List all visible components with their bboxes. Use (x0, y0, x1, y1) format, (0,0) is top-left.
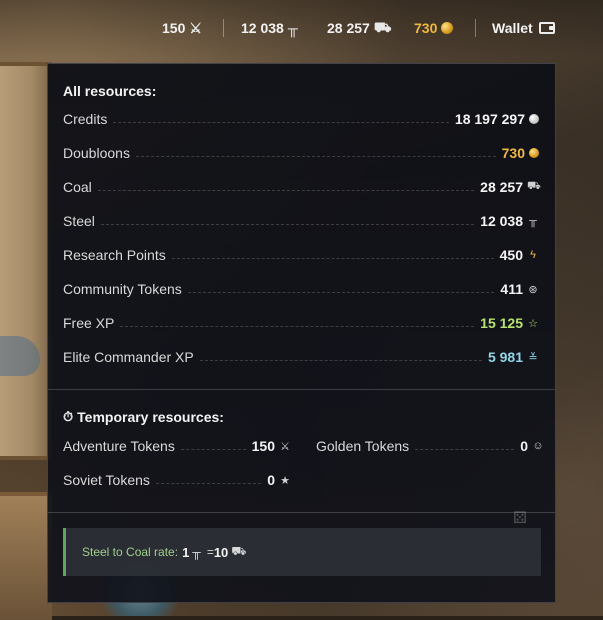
resource-row-community-tokens: Community Tokens 411 ⊛ (63, 281, 538, 297)
star-icon: ☆ (528, 317, 538, 330)
temporary-resources-title: ⏱ Temporary resources: (63, 409, 224, 425)
research-bolt-icon: ϟ (530, 249, 536, 261)
section-divider (48, 389, 555, 390)
topbar-coal[interactable]: 28 257 ⛟ (327, 18, 391, 38)
temp-row-soviet-tokens: Soviet Tokens 0 ★ (63, 472, 290, 488)
community-token-icon: ⊛ (528, 283, 538, 296)
resource-row-coal: Coal 28 257 ⛟ (63, 179, 541, 195)
topbar-steel[interactable]: 12 038 ╥ (241, 18, 298, 38)
wallet-icon (538, 22, 555, 34)
temp-row-adventure-tokens: Adventure Tokens 150 ⚔ (63, 438, 290, 454)
crossed-swords-icon: ⚔ (189, 19, 202, 36)
resource-row-doubloons: Doubloons 730 (63, 143, 539, 163)
section-divider (48, 512, 555, 513)
steel-icon: ╥ (287, 20, 298, 36)
gold-coin-icon (441, 22, 454, 34)
divider (475, 19, 476, 37)
topbar-adventure-tokens[interactable]: 150 ⚔ (162, 18, 202, 38)
credit-coin-icon (529, 114, 539, 124)
steel-to-coal-rate: Steel to Coal rate: 1 ╥ = 10 ⛟ (63, 528, 541, 576)
resource-bar: 150 ⚔ 12 038 ╥ 28 257 ⛟ 730 Wallet (0, 0, 603, 58)
steel-icon: ╥ (192, 545, 201, 559)
coal-cart-icon: ⛟ (231, 544, 247, 558)
wallet-button[interactable]: Wallet (492, 18, 555, 38)
topbar-doubloons[interactable]: 730 (414, 18, 454, 38)
golden-token-icon: ☺ (532, 440, 544, 452)
resource-row-research-points: Research Points 450 ϟ (63, 245, 539, 265)
temp-row-golden-tokens: Golden Tokens 0 ☺ (316, 438, 544, 454)
resource-row-elite-commander-xp: Elite Commander XP 5 981 ≚ (63, 349, 538, 365)
resource-row-credits: Credits 18 197 297 (63, 109, 539, 129)
commander-xp-icon: ≚ (528, 351, 538, 364)
dice-icon: ⚄ (513, 510, 527, 527)
resource-row-free-xp: Free XP 15 125 ☆ (63, 315, 538, 331)
coal-cart-icon: ⛟ (527, 180, 541, 192)
steel-icon: ╥ (529, 215, 537, 227)
coal-cart-icon: ⛟ (373, 18, 392, 35)
map-background-left (0, 62, 52, 460)
all-resources-title: All resources: (63, 83, 157, 99)
card-background-left (0, 492, 52, 620)
stopwatch-icon: ⏱ (63, 409, 74, 424)
gold-coin-icon (529, 148, 539, 158)
resources-dropdown-panel: All resources: Credits 18 197 297 Doublo… (47, 63, 556, 603)
divider (223, 19, 224, 37)
resource-row-steel: Steel 12 038 ╥ (63, 211, 539, 231)
soviet-star-icon: ★ (280, 474, 290, 487)
crossed-swords-icon: ⚔ (280, 440, 290, 453)
